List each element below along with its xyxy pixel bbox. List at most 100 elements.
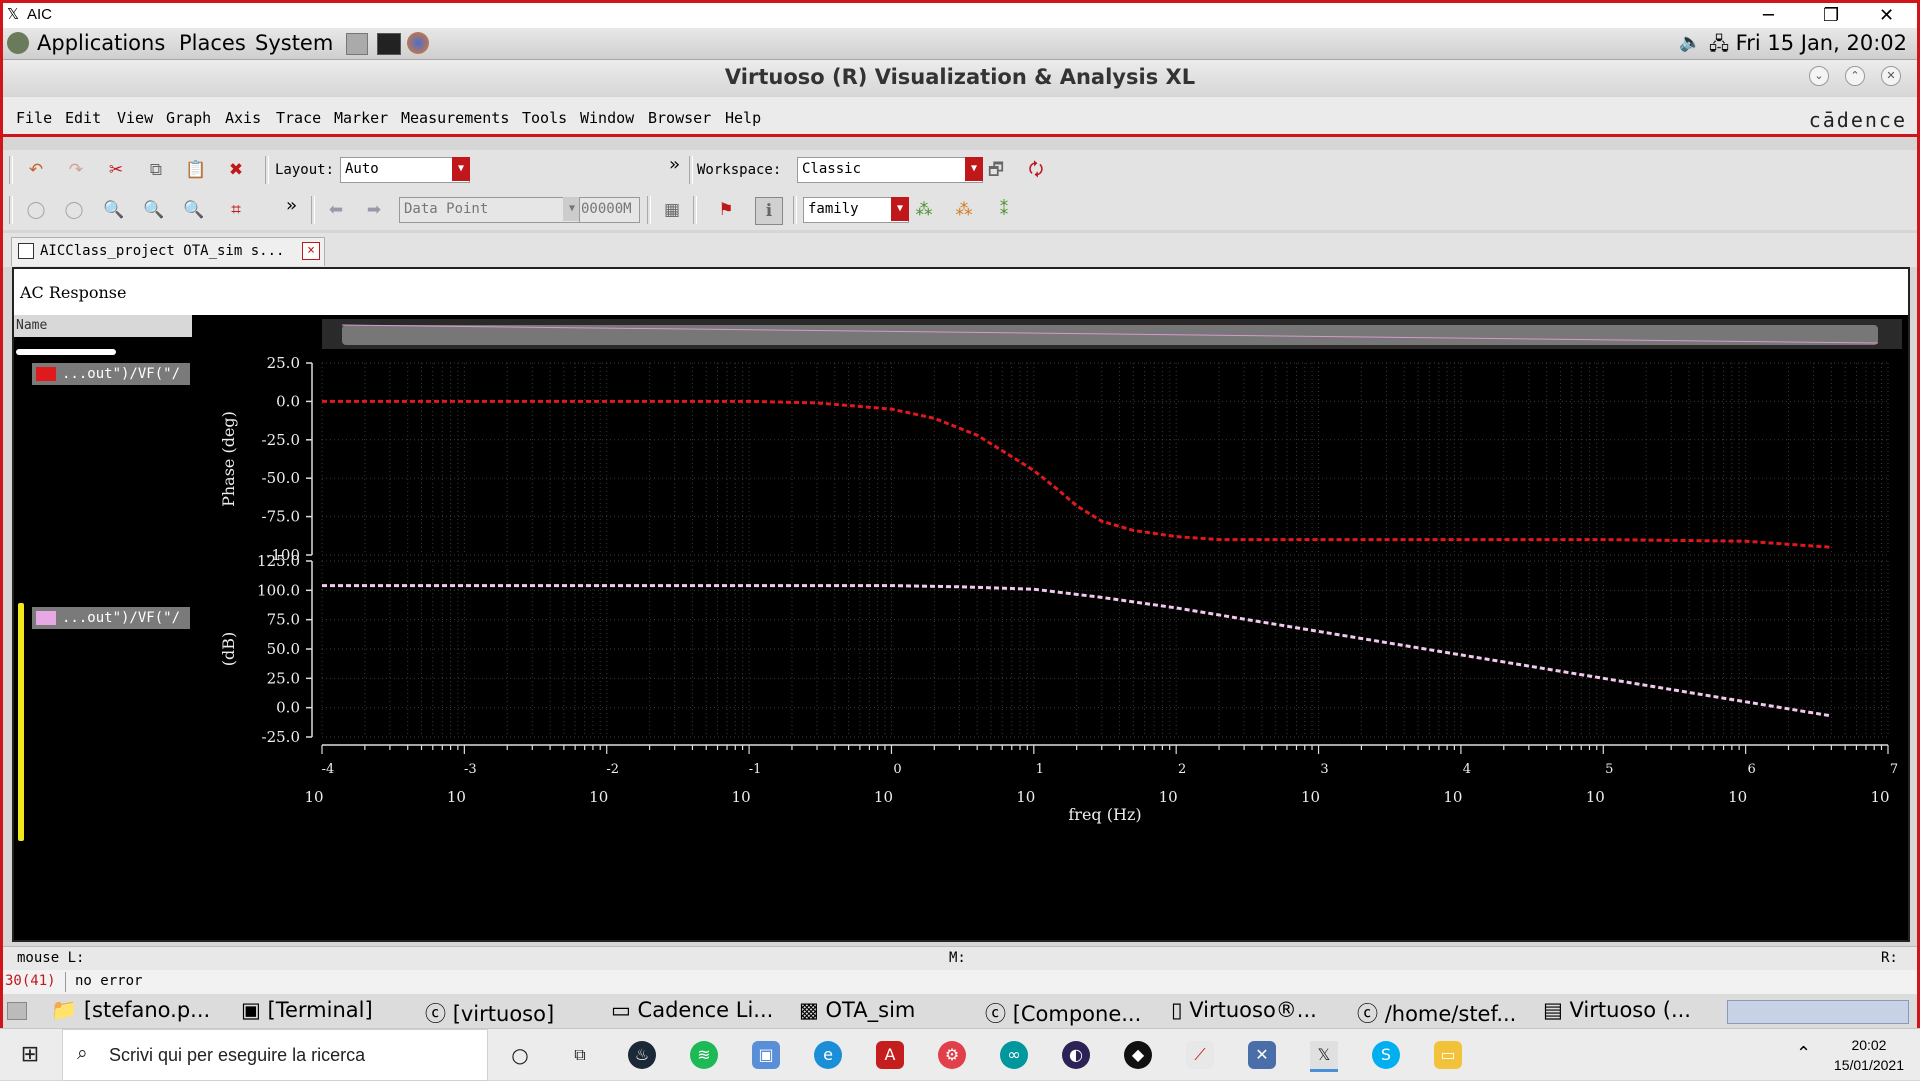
minimize-window-button[interactable]: ⌄	[1809, 66, 1829, 86]
chevron-down-icon[interactable]: ▼	[452, 157, 470, 181]
menu-trace[interactable]: Trace	[276, 109, 321, 127]
panel-clock[interactable]: Fri 15 Jan, 20:02	[1736, 31, 1907, 55]
toolbar-overflow-icon[interactable]: »	[669, 154, 680, 175]
strip-chart-icon[interactable]: ⁑	[991, 197, 1017, 223]
save-workspace-icon[interactable]: 🗗	[983, 157, 1009, 183]
windows-search-box[interactable]: ⌕ Scrivi qui per eseguire la ricerca	[62, 1029, 488, 1081]
ac-response-chart[interactable]: 25.00.0-25.0-50.0-75.0-100Phase (deg)125…	[192, 315, 1908, 940]
x-scroll-bar[interactable]	[322, 319, 1902, 349]
copy-icon[interactable]: ⧉	[143, 157, 169, 183]
matlab-icon[interactable]: ⟋	[1186, 1041, 1214, 1069]
x-tick-exponent: 1	[1036, 762, 1044, 777]
terminal-launcher-icon[interactable]	[377, 33, 401, 55]
workspace-select[interactable]: Classic ▼	[797, 157, 983, 183]
cut-icon[interactable]: ✂	[103, 157, 129, 183]
show-desktop-icon[interactable]	[7, 1002, 27, 1020]
menu-places[interactable]: Places	[179, 31, 246, 55]
close-window-button[interactable]: ✕	[1881, 66, 1901, 86]
zoom-in-icon[interactable]: 🔍	[141, 197, 167, 223]
trace-color-swatch	[36, 611, 56, 625]
menu-edit[interactable]: Edit	[65, 109, 101, 127]
file-explorer-icon[interactable]: ▭	[1434, 1041, 1462, 1069]
tray-chevron-icon[interactable]: ⌃	[1796, 1043, 1811, 1064]
trace-style-icon[interactable]: ⁂	[951, 197, 977, 223]
marker-value-field[interactable]: 00000M	[579, 197, 640, 223]
taskbar-item-component[interactable]: ⓒ [Compone...	[985, 998, 1141, 1028]
control-panel-icon[interactable]: ▣	[752, 1041, 780, 1069]
task-view-icon[interactable]: ⧉	[566, 1041, 594, 1069]
info-icon[interactable]: ℹ	[755, 197, 783, 225]
menu-view[interactable]: View	[117, 109, 153, 127]
menu-system[interactable]: System	[255, 31, 333, 55]
menu-graph[interactable]: Graph	[166, 109, 211, 127]
layout-select[interactable]: Auto ▼	[340, 157, 470, 183]
menu-measurements[interactable]: Measurements	[401, 109, 509, 127]
paste-icon[interactable]: 📋	[183, 157, 209, 183]
legend-item-phase[interactable]: ...out")/VF("/	[32, 363, 190, 385]
restore-button[interactable]: ❐	[1823, 5, 1839, 26]
taskbar-item-ota-sim[interactable]: ▩ OTA_sim	[799, 998, 915, 1022]
marker-next-icon[interactable]: ➡	[361, 197, 387, 223]
taskbar-item-virtuoso-viva[interactable]: ▤ Virtuoso (...	[1543, 998, 1691, 1022]
taskbar-item-virtuoso-ciw[interactable]: ⓒ [virtuoso]	[425, 998, 554, 1028]
kicad-icon[interactable]: ◆	[1124, 1041, 1152, 1069]
xming-icon[interactable]: 𝕏	[1310, 1041, 1338, 1072]
marker-mode-select[interactable]: Data Point ▼	[399, 197, 581, 223]
marker-prev-icon[interactable]: ⬅	[323, 197, 349, 223]
calculator-icon[interactable]: ▦	[659, 197, 685, 223]
stop-icon[interactable]: ◯	[23, 197, 49, 223]
windows-clock[interactable]: 20:02 15/01/2021	[1834, 1035, 1904, 1075]
tab-ota-sim[interactable]: AICClass_project OTA_sim s... ×	[11, 237, 325, 266]
redo-icon[interactable]: ↷	[63, 157, 89, 183]
split-traces-icon[interactable]: ⁂	[911, 197, 937, 223]
skype-icon[interactable]: S	[1372, 1041, 1400, 1069]
minimize-button[interactable]: ─	[1763, 5, 1774, 26]
menu-tools[interactable]: Tools	[522, 109, 567, 127]
firefox-launcher-icon[interactable]	[407, 32, 429, 54]
tab-close-icon[interactable]: ×	[302, 242, 320, 260]
eclipse-icon[interactable]: ◐	[1062, 1041, 1090, 1069]
close-button[interactable]: ✕	[1879, 5, 1894, 26]
zoom-out-icon[interactable]: 🔍	[181, 197, 207, 223]
menu-applications[interactable]: Applications	[37, 31, 165, 55]
acrobat-icon[interactable]: A	[876, 1041, 904, 1069]
menu-browser[interactable]: Browser	[648, 109, 711, 127]
taskbar-item-cadence-library[interactable]: ▭ Cadence Li...	[611, 998, 773, 1022]
menu-file[interactable]: File	[16, 109, 52, 127]
legend-item-magnitude[interactable]: ...out")/VF("/	[32, 607, 190, 629]
delete-icon[interactable]: ✖	[223, 157, 249, 183]
autodesk-icon[interactable]: ⚙	[938, 1041, 966, 1069]
cortana-icon[interactable]: ○	[506, 1041, 534, 1069]
taskbar-item-stefano[interactable]: 📁 [stefano.p...	[51, 998, 210, 1023]
toolbar-overflow-icon[interactable]: »	[286, 195, 297, 216]
menu-axis[interactable]: Axis	[225, 109, 261, 127]
menu-help[interactable]: Help	[725, 109, 761, 127]
volume-icon[interactable]: 🔈	[1679, 32, 1701, 53]
taskbar-item-home[interactable]: ⓒ /home/stef...	[1357, 998, 1516, 1028]
family-select[interactable]: family ▼	[803, 197, 909, 223]
menu-marker[interactable]: Marker	[334, 109, 388, 127]
network-icon[interactable]: 🖧	[1709, 32, 1729, 62]
zoom-fit-icon[interactable]: 🔍	[101, 197, 127, 223]
maximize-window-button[interactable]: ⌃	[1845, 66, 1865, 86]
workspace-switcher[interactable]	[1727, 1000, 1909, 1024]
legend-scrollbar[interactable]	[16, 349, 116, 355]
windows-start-icon[interactable]: ⊞	[16, 1041, 44, 1069]
edge-icon[interactable]: e	[814, 1041, 842, 1069]
taskbar-item-virtuoso-r[interactable]: ▯ Virtuoso®...	[1171, 998, 1317, 1022]
steam-icon[interactable]: ♨	[628, 1041, 656, 1069]
load-workspace-icon[interactable]: 🗘	[1023, 157, 1049, 183]
undo-icon[interactable]: ↶	[23, 157, 49, 183]
file-manager-launcher-icon[interactable]	[346, 33, 368, 55]
zoom-box-icon[interactable]: ⌗	[223, 197, 249, 223]
arduino-icon[interactable]: ∞	[1000, 1041, 1028, 1069]
menu-window[interactable]: Window	[580, 109, 634, 127]
flag-icon[interactable]: ⚑	[713, 197, 739, 223]
chevron-down-icon[interactable]: ▼	[891, 197, 909, 221]
modelsim-icon[interactable]: ✕	[1248, 1041, 1276, 1069]
chevron-down-icon[interactable]: ▼	[965, 157, 983, 181]
spotify-icon[interactable]: ≋	[690, 1041, 718, 1069]
refresh-icon[interactable]: ◯	[61, 197, 87, 223]
strip-selection-marker[interactable]	[18, 603, 24, 841]
taskbar-item-terminal[interactable]: ▣ [Terminal]	[241, 998, 373, 1022]
